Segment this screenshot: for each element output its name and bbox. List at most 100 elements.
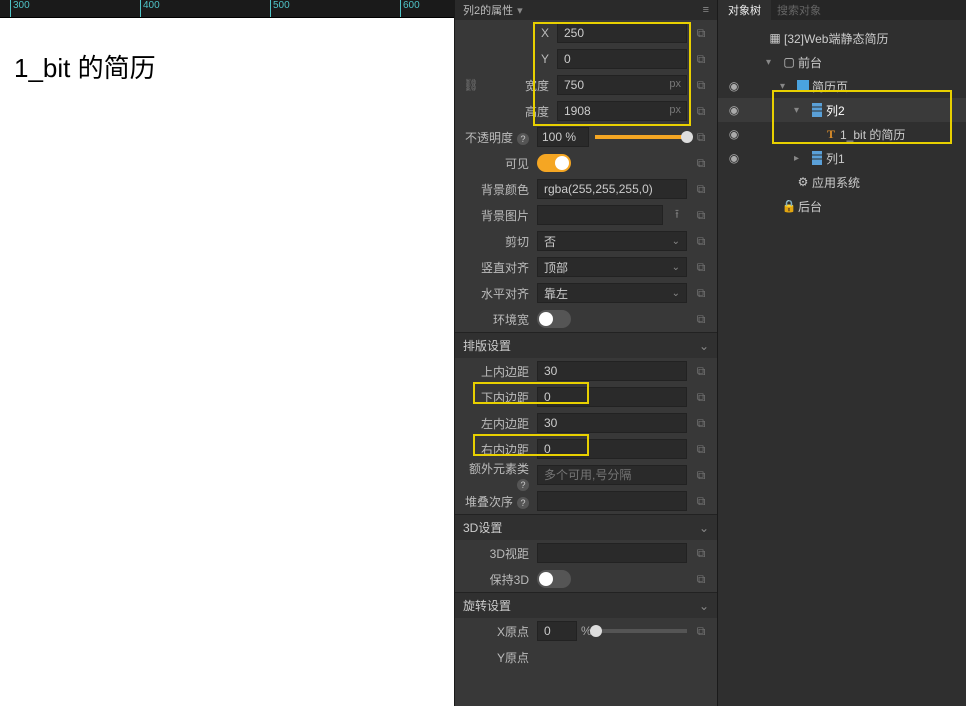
zindex-input[interactable] [537, 491, 687, 511]
prop-y-input[interactable] [557, 49, 687, 69]
eye-icon[interactable]: ◉ [722, 151, 746, 165]
prop-clip-select[interactable]: 否⌄ [537, 231, 687, 251]
prop-valign-select[interactable]: 顶部⌄ [537, 257, 687, 277]
prop-halign-label: 水平对齐 [461, 285, 537, 302]
tree-row-resume-page[interactable]: ◉ ▾ 简历页 [718, 74, 966, 98]
copy-icon[interactable]: ⧉ [691, 569, 711, 589]
prop-width-input[interactable] [557, 75, 687, 95]
chevron-down-icon: ⌄ [672, 236, 680, 247]
xorigin-input[interactable] [537, 621, 577, 641]
opacity-slider[interactable] [595, 135, 687, 139]
tree-row-text[interactable]: ◉ T 1_bit 的简历 [718, 122, 966, 146]
copy-icon[interactable]: ⧉ [691, 387, 711, 407]
prop-opacity-value[interactable]: 100 % [537, 127, 589, 147]
copy-icon[interactable]: ⧉ [691, 23, 711, 43]
copy-icon[interactable]: ⧉ [691, 543, 711, 563]
eye-icon[interactable]: ◉ [722, 79, 746, 93]
copy-icon[interactable]: ⧉ [691, 101, 711, 121]
prop-height-input[interactable] [557, 101, 687, 121]
copy-icon[interactable]: ⧉ [691, 179, 711, 199]
canvas-area-column: 300 400 500 600 1_bit 的简历 [0, 0, 454, 706]
device-icon: ▢ [780, 55, 798, 69]
copy-icon[interactable]: ⧉ [691, 205, 711, 225]
zindex-label: 堆叠次序 [461, 493, 537, 510]
prop-x-input[interactable] [557, 23, 687, 43]
prop-valign-value: 顶部 [544, 259, 568, 276]
prop-halign-select[interactable]: 靠左⌄ [537, 283, 687, 303]
threed-section-header[interactable]: 3D设置 ⌄ [455, 514, 717, 540]
tab-object-tree[interactable]: 对象树 [718, 0, 771, 20]
tree-row-col2[interactable]: ◉▾ 列2 [718, 98, 966, 122]
rotate-section-header[interactable]: 旋转设置 ⌄ [455, 592, 717, 618]
yorigin-row: Y原点 [455, 644, 717, 670]
prop-clip-label: 剪切 [461, 233, 537, 250]
copy-icon[interactable]: ⧉ [691, 153, 711, 173]
object-tree-panel: 对象树 搜索对象 ▦ [32]Web端静态简历 ▾ ▢ 前台 ◉ ▾ 简历页 ◉ ▾… [717, 0, 966, 706]
prop-halign-row: 水平对齐 靠左⌄ ⧉ [455, 280, 717, 306]
prop-height-row: 高度 px ⧉ [455, 98, 717, 124]
canvas[interactable]: 1_bit 的简历 [0, 18, 454, 706]
collapse-icon[interactable]: ▾ [780, 81, 794, 92]
upload-icon[interactable]: ⭱ [667, 205, 687, 225]
xorigin-slider[interactable] [596, 629, 687, 633]
collapse-icon[interactable]: ▾ [766, 57, 780, 68]
tree-row-back[interactable]: 🔒 后台 [718, 194, 966, 218]
expand-icon[interactable]: ▸ [794, 153, 808, 164]
copy-icon[interactable]: ⧉ [691, 257, 711, 277]
pad-top-input[interactable] [537, 361, 687, 381]
eye-icon[interactable]: ◉ [722, 103, 746, 117]
copy-icon[interactable]: ⧉ [691, 283, 711, 303]
preserve3d-label: 保持3D [461, 571, 537, 588]
copy-icon[interactable]: ⧉ [691, 621, 711, 641]
envw-toggle[interactable] [537, 310, 571, 328]
prop-y-row: Y ⧉ [455, 46, 717, 72]
tree-row-root[interactable]: ▦ [32]Web端静态简历 [718, 26, 966, 50]
prop-visible-label: 可见 [461, 155, 537, 172]
copy-icon[interactable]: ⧉ [691, 361, 711, 381]
copy-icon[interactable]: ⧉ [691, 127, 711, 147]
pad-left-input[interactable] [537, 413, 687, 433]
visible-toggle[interactable] [537, 154, 571, 172]
pad-left-label: 左内边距 [461, 415, 537, 432]
tree-label: 前台 [798, 54, 822, 71]
tree-row-front[interactable]: ▾ ▢ 前台 [718, 50, 966, 74]
copy-icon[interactable]: ⧉ [691, 75, 711, 95]
prop-bgimg-row: 背景图片 ⭱ ⧉ [455, 202, 717, 228]
page-icon [794, 80, 812, 92]
copy-icon[interactable]: ⧉ [691, 231, 711, 251]
collapse-icon[interactable]: ▾ [794, 105, 808, 116]
copy-icon[interactable]: ⧉ [691, 413, 711, 433]
tree-label: 应用系统 [812, 174, 860, 191]
prop-clip-value: 否 [544, 233, 556, 250]
menu-icon[interactable]: ≡ [703, 4, 709, 16]
tree-row-col1[interactable]: ◉▸ 列1 [718, 146, 966, 170]
layout-section-header[interactable]: 排版设置 ⌄ [455, 332, 717, 358]
extra-class-input[interactable] [537, 465, 687, 485]
tree-search-input[interactable]: 搜索对象 [771, 0, 966, 20]
prop-clip-row: 剪切 否⌄ ⧉ [455, 228, 717, 254]
prop-height-label: 高度 [481, 103, 557, 120]
threed-section-title: 3D设置 [463, 519, 502, 536]
link-chain-icon[interactable]: ⛓ [461, 78, 481, 92]
copy-icon[interactable]: ⧉ [691, 49, 711, 69]
zindex-row: 堆叠次序 ⧉ [455, 488, 717, 514]
page-title[interactable]: 1_bit 的简历 [14, 48, 454, 85]
copy-icon[interactable]: ⧉ [691, 491, 711, 511]
pad-right-input[interactable] [537, 439, 687, 459]
chevron-down-icon: ⌄ [672, 288, 680, 299]
column-icon [808, 103, 826, 117]
gear-icon: ⚙ [794, 175, 812, 189]
pad-left-row: 左内边距 ⧉ [455, 410, 717, 436]
perspective-input[interactable] [537, 543, 687, 563]
tree-label: 简历页 [812, 78, 848, 95]
copy-icon[interactable]: ⧉ [691, 465, 711, 485]
chevron-down-icon[interactable]: ▾ [517, 4, 523, 17]
copy-icon[interactable]: ⧉ [691, 439, 711, 459]
preserve3d-toggle[interactable] [537, 570, 571, 588]
prop-bgimg-input[interactable] [537, 205, 663, 225]
copy-icon[interactable]: ⧉ [691, 309, 711, 329]
pad-bottom-input[interactable] [537, 387, 687, 407]
eye-icon[interactable]: ◉ [722, 127, 746, 141]
tree-row-app-system[interactable]: ⚙ 应用系统 [718, 170, 966, 194]
prop-bgcolor-input[interactable] [537, 179, 687, 199]
